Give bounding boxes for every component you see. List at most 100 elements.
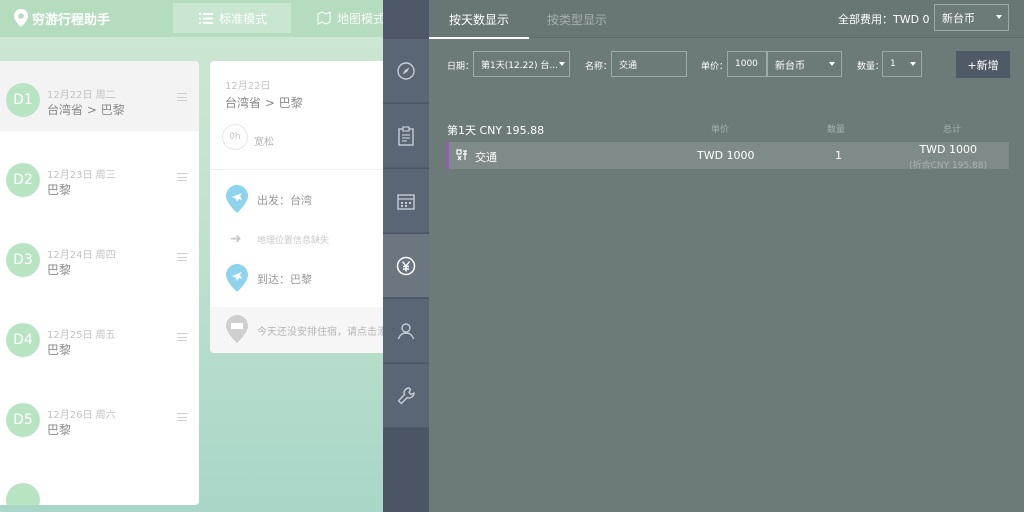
day-badge: D2 — [6, 163, 40, 197]
price-label: 单价： — [701, 62, 729, 72]
plane-pin-icon — [226, 264, 248, 292]
quantity-select[interactable]: 1 — [882, 51, 922, 77]
menu-icon[interactable] — [177, 413, 187, 421]
day-item-3[interactable]: D3 12月24日 周四 巴黎 — [0, 211, 199, 291]
day-item-6[interactable] — [0, 451, 199, 505]
price-input[interactable]: 1000 — [727, 51, 767, 77]
add-expense-button[interactable]: +新增 — [956, 51, 1010, 78]
day-date: 12月26日 周六 — [47, 410, 116, 421]
tab-map-label: 地图模式 — [337, 11, 383, 26]
sidebar-item-tools[interactable] — [383, 364, 429, 428]
expense-total-cny: (折合CNY 195.88) — [909, 161, 987, 171]
tab-by-type[interactable]: 按类型显示 — [529, 0, 625, 38]
day-list: D1 12月22日 周二 台湾省 > 巴黎 D2 12月23日 周三 巴黎 D3… — [0, 61, 199, 505]
list-icon — [199, 12, 213, 24]
quantity-label: 数量： — [857, 62, 885, 72]
day-place: 巴黎 — [47, 183, 72, 197]
wrench-icon — [397, 386, 415, 404]
app-logo[interactable]: 穷游行程助手 — [14, 8, 110, 28]
table-row[interactable]: 交通 TWD 1000 1 TWD 1000 (折合CNY 195.88) — [446, 142, 1009, 171]
price-value: 1000 — [735, 59, 758, 69]
day-place: 巴黎 — [47, 423, 72, 437]
sidebar-item-overview[interactable] — [383, 39, 429, 103]
day-date: 12月23日 周三 — [47, 170, 116, 181]
app-header: 穷游行程助手 标准模式 地图模式 — [0, 0, 383, 37]
pace-label: 宽松 — [254, 137, 274, 148]
price-currency-value: 新台币 — [775, 60, 805, 72]
day-item-2[interactable]: D2 12月23日 周三 巴黎 — [0, 131, 199, 211]
total-expense-label: 全部费用：TWD 0 — [838, 13, 930, 26]
day-badge: D4 — [6, 323, 40, 357]
arrow-right-icon: ➜ — [230, 231, 242, 247]
panel-header: 按天数显示 按类型显示 全部费用：TWD 0 新台币 — [429, 0, 1024, 39]
date-label: 日期： — [447, 62, 475, 72]
day-item-4[interactable]: D4 12月25日 周五 巴黎 — [0, 291, 199, 371]
day-badge: D3 — [6, 243, 40, 277]
column-header-quantity: 数量 — [827, 125, 846, 135]
user-icon — [397, 322, 415, 339]
sidebar-item-expenses[interactable] — [383, 234, 429, 298]
detail-date: 12月22日 — [225, 81, 271, 92]
day-badge: D5 — [6, 403, 40, 437]
menu-icon[interactable] — [177, 333, 187, 341]
sidebar-item-checklist[interactable] — [383, 104, 429, 168]
tab-standard-label: 标准模式 — [219, 11, 268, 26]
tab-map-mode[interactable]: 地图模式 — [295, 3, 383, 33]
hours-badge: 0h — [222, 124, 248, 150]
name-input[interactable]: 交通 — [611, 51, 687, 77]
chevron-down-icon — [996, 15, 1002, 19]
location-pin-icon — [14, 9, 28, 27]
sidebar-top — [383, 0, 429, 39]
day-place: 巴黎 — [47, 343, 72, 357]
chevron-down-icon — [829, 62, 835, 66]
hotel-hint[interactable]: 今天还没安排住宿，请点击添加 — [257, 323, 383, 338]
app-logo-text: 穷游行程助手 — [32, 12, 111, 28]
sidebar — [383, 0, 429, 512]
name-value: 交通 — [619, 60, 638, 71]
expense-total: TWD 1000 — [919, 143, 977, 156]
menu-icon[interactable] — [177, 93, 187, 101]
day-badge — [6, 483, 40, 505]
compass-icon — [397, 61, 415, 80]
detail-route: 台湾省 > 巴黎 — [225, 96, 303, 110]
day-date: 12月22日 周二 — [47, 90, 116, 101]
sidebar-item-calendar[interactable] — [383, 169, 429, 233]
sidebar-item-companions[interactable] — [383, 299, 429, 363]
tab-by-day[interactable]: 按天数显示 — [429, 0, 529, 39]
date-value: 第1天(12.22) 台... — [481, 60, 558, 71]
name-label: 名称： — [585, 62, 613, 72]
day-item-1[interactable]: D1 12月22日 周二 台湾省 > 巴黎 — [0, 61, 199, 131]
day-place: 台湾省 > 巴黎 — [47, 103, 125, 117]
column-header-price: 单价 — [711, 125, 730, 135]
depart-label: 出发：台湾 — [257, 194, 312, 207]
expense-price: TWD 1000 — [697, 149, 755, 162]
chevron-down-icon — [910, 62, 916, 66]
location-missing-label: 地理位置信息缺失 — [257, 236, 330, 246]
divider — [210, 169, 383, 170]
day-summary: 第1天 CNY 195.88 — [447, 124, 545, 137]
column-header-total: 总计 — [943, 125, 962, 135]
background-app: 穷游行程助手 标准模式 地图模式 D1 12月22日 周二 台湾省 > 巴黎 D… — [0, 0, 383, 512]
tab-standard-mode[interactable]: 标准模式 — [173, 3, 291, 33]
map-icon — [317, 11, 331, 25]
expense-quantity: 1 — [835, 149, 842, 162]
menu-icon[interactable] — [177, 173, 187, 181]
total-currency-value: 新台币 — [942, 11, 975, 25]
calendar-icon — [397, 193, 415, 210]
arrive-label: 到达：巴黎 — [257, 273, 312, 286]
day-detail-card: 12月22日 台湾省 > 巴黎 0h 宽松 出发：台湾 ➜ 地理位置信息缺失 到… — [210, 61, 383, 353]
day-date: 12月24日 周四 — [47, 250, 116, 261]
price-currency-select[interactable]: 新台币 — [767, 51, 842, 77]
total-currency-select[interactable]: 新台币 — [934, 4, 1009, 31]
transport-icon — [456, 149, 467, 161]
expenses-panel: 按天数显示 按类型显示 全部费用：TWD 0 新台币 日期： 第1天(12.22… — [429, 0, 1024, 512]
plane-pin-icon — [226, 185, 248, 213]
menu-icon[interactable] — [177, 253, 187, 261]
day-badge: D1 — [6, 83, 40, 117]
day-place: 巴黎 — [47, 263, 72, 277]
day-item-5[interactable]: D5 12月26日 周六 巴黎 — [0, 371, 199, 451]
date-select[interactable]: 第1天(12.22) 台... — [473, 51, 570, 77]
day-date: 12月25日 周五 — [47, 330, 116, 341]
clipboard-icon — [398, 125, 414, 146]
quantity-value: 1 — [890, 59, 896, 69]
